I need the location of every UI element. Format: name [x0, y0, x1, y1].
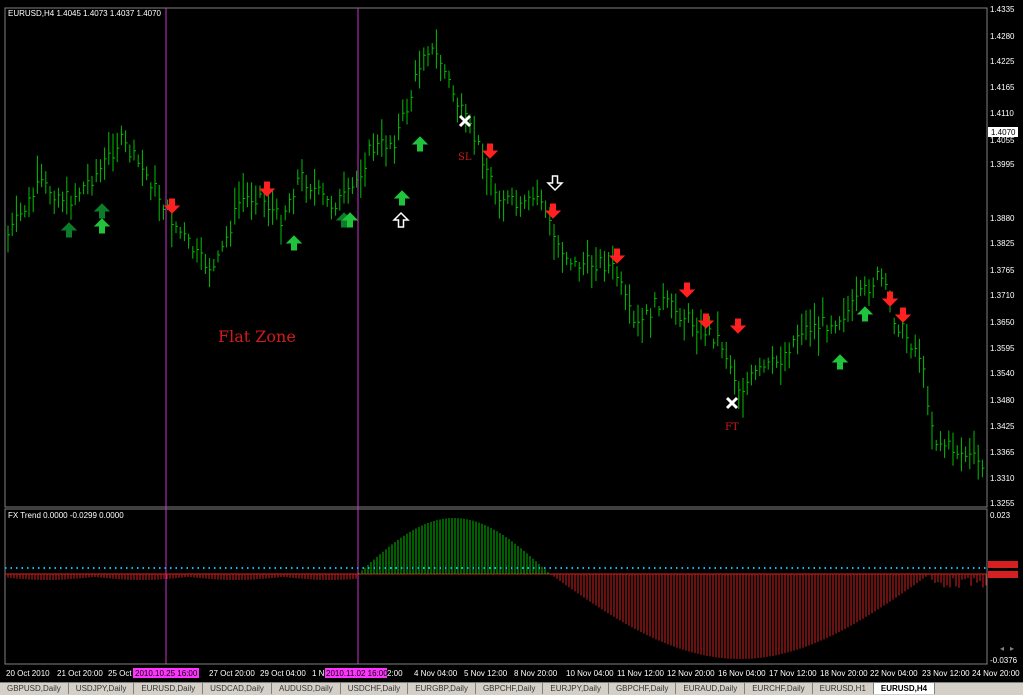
- tab-eurusd-h1[interactable]: EURUSD,H1: [813, 683, 874, 694]
- tab-usdchf-daily[interactable]: USDCHF,Daily: [341, 683, 409, 694]
- ft-label: FT: [725, 422, 739, 433]
- indicator-header: FX Trend 0.0000 -0.0299 0.0000: [8, 511, 124, 520]
- price-label: 1.3765: [990, 266, 1015, 275]
- time-label: 17 Nov 12:00: [769, 669, 817, 678]
- price-label: 1.4055: [990, 136, 1015, 145]
- price-label: 1.3540: [990, 369, 1015, 378]
- chart-tabs: GBPUSD,Daily USDJPY,Daily EURUSD,Daily U…: [0, 682, 1023, 695]
- time-label: 29 Oct 04:00: [260, 669, 306, 678]
- price-label: 1.3255: [990, 499, 1015, 508]
- time-label: 22 Nov 04:00: [870, 669, 918, 678]
- price-label: 1.3880: [990, 214, 1015, 223]
- tab-gbpchf-daily-2[interactable]: GBPCHF,Daily: [609, 683, 677, 694]
- time-label: 11 Nov 12:00: [617, 669, 665, 678]
- tab-eurchf-daily[interactable]: EURCHF,Daily: [745, 683, 813, 694]
- time-label: 2:00: [387, 669, 403, 678]
- time-label: 10 Nov 04:00: [566, 669, 614, 678]
- price-label: 1.3650: [990, 318, 1015, 327]
- tab-eurusd-daily[interactable]: EURUSD,Daily: [134, 683, 204, 694]
- chart-area[interactable]: EURUSD,H4 1.4045 1.4073 1.4037 1.4070 1.…: [0, 0, 1023, 682]
- current-price-label: 1.4070: [991, 128, 1016, 137]
- time-label: 25 Oct: [108, 669, 132, 678]
- tab-eurgbp-daily[interactable]: EURGBP,Daily: [408, 683, 476, 694]
- time-label: 20 Oct 2010: [6, 669, 50, 678]
- time-label: 21 Oct 20:00: [57, 669, 103, 678]
- price-label: 1.4335: [990, 5, 1015, 14]
- price-label: 1.4110: [990, 109, 1014, 118]
- chart-header: EURUSD,H4 1.4045 1.4073 1.4037 1.4070: [8, 9, 162, 18]
- tab-usdjpy-daily[interactable]: USDJPY,Daily: [69, 683, 135, 694]
- price-label: 1.3365: [990, 448, 1015, 457]
- scroll-left-icon[interactable]: ◂: [1000, 644, 1004, 653]
- price-label: 1.3710: [990, 291, 1015, 300]
- time-label: 4 Nov 04:00: [414, 669, 458, 678]
- tab-usdcad-daily[interactable]: USDCAD,Daily: [203, 683, 272, 694]
- price-label: 1.3310: [990, 474, 1015, 483]
- price-label: 1.3425: [990, 422, 1015, 431]
- price-label: 1.3995: [990, 160, 1015, 169]
- tab-gbpusd-daily[interactable]: GBPUSD,Daily: [0, 683, 69, 694]
- time-label: 16 Nov 04:00: [718, 669, 766, 678]
- time-label: 5 Nov 12:00: [464, 669, 508, 678]
- time-label: 18 Nov 20:00: [820, 669, 868, 678]
- price-label: 1.4165: [990, 83, 1015, 92]
- indicator-bottom-label: -0.0376: [990, 656, 1018, 665]
- price-label: 1.3825: [990, 239, 1015, 248]
- time-label: 27 Oct 20:00: [209, 669, 255, 678]
- tab-gbpchf-daily[interactable]: GBPCHF,Daily: [476, 683, 544, 694]
- tab-euraud-daily[interactable]: EURAUD,Daily: [676, 683, 746, 694]
- time-label: 23 Nov 12:00: [922, 669, 970, 678]
- price-label: 1.4280: [990, 32, 1015, 41]
- tab-audusd-daily[interactable]: AUDUSD,Daily: [272, 683, 341, 694]
- indicator-top-label: 0.023: [990, 511, 1011, 520]
- price-label: 1.4225: [990, 57, 1015, 66]
- time-label: 12 Nov 20:00: [667, 669, 715, 678]
- tab-eurusd-h4[interactable]: EURUSD,H4: [873, 683, 936, 694]
- time-label: 8 Nov 20:00: [514, 669, 558, 678]
- time-highlight-label-2: 2010.11.02 16:00: [326, 669, 388, 678]
- price-label: 1.3595: [990, 344, 1015, 353]
- tab-eurjpy-daily[interactable]: EURJPY,Daily: [543, 683, 609, 694]
- time-label: 24 Nov 20:00: [972, 669, 1020, 678]
- indicator-level-box-1: [988, 561, 1018, 568]
- indicator-level-box-2: [988, 571, 1018, 578]
- time-highlight-label-1: 2010.10.25 16:00: [135, 669, 198, 678]
- sl-label: SL: [458, 152, 472, 163]
- price-label: 1.3480: [990, 396, 1015, 405]
- scroll-right-icon[interactable]: ▸: [1010, 644, 1014, 653]
- flat-zone-label: Flat Zone: [218, 327, 296, 346]
